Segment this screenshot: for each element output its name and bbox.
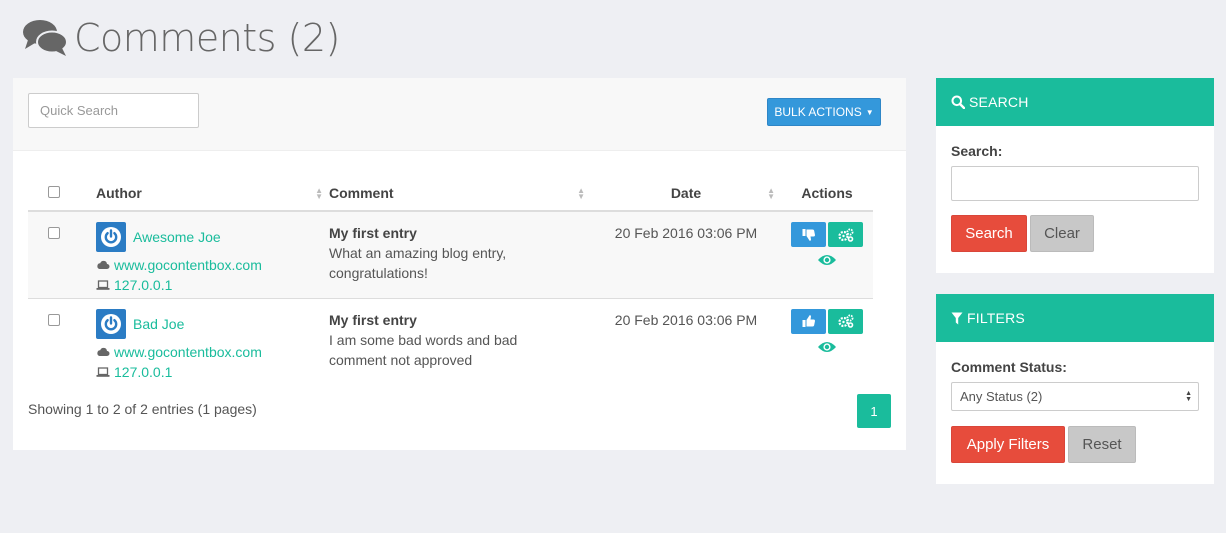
comments-toolbar: BULK ACTIONS ▼ <box>13 78 906 151</box>
settings-button[interactable] <box>828 222 863 247</box>
bulk-actions-label: BULK ACTIONS <box>774 105 862 119</box>
comments-table: Author ▲▼ Comment ▲▼ Date ▲▼ Actions <box>28 176 873 385</box>
filter-icon <box>951 312 963 324</box>
author-name-link[interactable]: Bad Joe <box>133 316 184 332</box>
author-cell: Bad Joe www.gocontentbox.com 127.0.0.1 <box>96 298 329 385</box>
author-ip-link[interactable]: 127.0.0.1 <box>114 277 172 293</box>
bulk-actions-button[interactable]: BULK ACTIONS ▼ <box>767 98 881 126</box>
column-header-author[interactable]: Author ▲ ▼ <box>96 176 329 212</box>
gears-icon <box>837 228 853 242</box>
quick-search-input[interactable] <box>28 93 199 128</box>
search-panel-header: SEARCH <box>936 78 1214 126</box>
approve-button[interactable] <box>791 308 826 334</box>
cloud-icon <box>97 260 110 269</box>
row-select-cell <box>28 298 96 385</box>
eye-icon[interactable] <box>817 340 837 354</box>
author-cell: Awesome Joe www.gocontentbox.com 127.0.0… <box>96 211 329 299</box>
table-row: Awesome Joe www.gocontentbox.com 127.0.0… <box>28 211 873 299</box>
comment-status-value: Any Status (2) <box>960 389 1043 404</box>
select-all-checkbox[interactable] <box>48 186 60 198</box>
settings-button[interactable] <box>828 308 863 334</box>
row-select-cell <box>28 211 96 299</box>
sort-icon: ▲ ▼ <box>315 186 323 201</box>
search-icon <box>951 95 965 109</box>
actions-cell <box>781 298 873 385</box>
laptop-icon <box>96 366 110 377</box>
search-button[interactable]: Search <box>951 215 1027 252</box>
actions-cell <box>781 211 873 299</box>
filters-panel-title: FILTERS <box>967 310 1025 326</box>
power-icon <box>101 313 121 334</box>
comment-body: comment not approved <box>329 351 473 368</box>
comment-body: I am some bad words and bad <box>329 331 518 348</box>
avatar <box>96 222 126 252</box>
sort-icon: ▲ ▼ <box>577 186 585 201</box>
column-header-comment-label: Comment <box>329 185 394 201</box>
unapprove-button[interactable] <box>791 222 826 247</box>
date-cell: 20 Feb 2016 03:06 PM <box>591 211 781 299</box>
author-website-link[interactable]: www.gocontentbox.com <box>114 344 262 360</box>
row-checkbox[interactable] <box>48 313 60 326</box>
select-all-header <box>28 176 96 212</box>
thumbs-up-icon <box>802 315 815 327</box>
select-arrows-icon: ▲ ▼ <box>1185 389 1192 403</box>
clear-button[interactable]: Clear <box>1030 215 1094 252</box>
table-header-row: Author ▲ ▼ Comment ▲ ▼ Date ▲ ▼ Actions <box>28 176 873 212</box>
comments-icon <box>23 20 68 56</box>
comment-body: What an amazing blog entry, <box>329 245 507 261</box>
comments-panel: BULK ACTIONS ▼ Author ▲▼ Comment ▲▼ Date <box>13 78 906 450</box>
comment-status-select[interactable]: Any Status (2) ▲ ▼ <box>951 382 1199 411</box>
column-header-date-label: Date <box>670 185 702 201</box>
date-cell: 20 Feb 2016 03:06 PM <box>591 298 781 385</box>
gears-icon <box>837 314 853 328</box>
author-name-link[interactable]: Awesome Joe <box>133 229 221 245</box>
comment-title: My first entry <box>329 311 417 328</box>
power-icon <box>101 227 121 247</box>
sort-icon: ▲ ▼ <box>767 186 775 201</box>
apply-filters-button[interactable]: Apply Filters <box>951 426 1065 463</box>
page-header: Comments (2) <box>22 14 340 62</box>
avatar <box>96 308 126 339</box>
column-header-actions: Actions <box>781 176 873 212</box>
comment-status-label: Comment Status: <box>951 359 1067 375</box>
cloud-icon <box>97 347 110 356</box>
comment-body: congratulations! <box>329 265 428 281</box>
eye-icon[interactable] <box>817 253 837 267</box>
search-panel-title: SEARCH <box>969 94 1029 110</box>
filters-panel-header: FILTERS <box>936 294 1214 342</box>
column-header-date[interactable]: Date ▲ ▼ <box>591 176 781 212</box>
thumbs-down-icon <box>802 228 815 241</box>
search-input[interactable] <box>951 166 1199 201</box>
column-header-actions-label: Actions <box>801 185 853 201</box>
column-header-comment[interactable]: Comment ▲ ▼ <box>329 176 591 212</box>
pagination-info: Showing 1 to 2 of 2 entries (1 pages) <box>28 401 257 417</box>
search-panel: SEARCH Search: Search Clear <box>936 78 1214 273</box>
laptop-icon <box>96 280 110 290</box>
comment-cell: My first entry I am some bad words and b… <box>329 298 591 385</box>
author-ip-link[interactable]: 127.0.0.1 <box>114 364 172 380</box>
row-checkbox[interactable] <box>48 227 60 239</box>
page-1-button[interactable]: 1 <box>857 394 891 428</box>
author-website-link[interactable]: www.gocontentbox.com <box>114 257 262 273</box>
comment-title: My first entry <box>329 225 417 241</box>
filters-panel: FILTERS Comment Status: Any Status (2) ▲… <box>936 294 1214 484</box>
caret-down-icon: ▼ <box>865 107 874 117</box>
comment-cell: My first entry What an amazing blog entr… <box>329 211 591 299</box>
reset-button[interactable]: Reset <box>1068 426 1136 463</box>
search-label: Search: <box>951 143 1003 159</box>
table-row: Bad Joe www.gocontentbox.com 127.0.0.1 M… <box>28 298 873 385</box>
page-title: Comments (2) <box>74 16 340 60</box>
column-header-author-label: Author <box>96 185 142 201</box>
